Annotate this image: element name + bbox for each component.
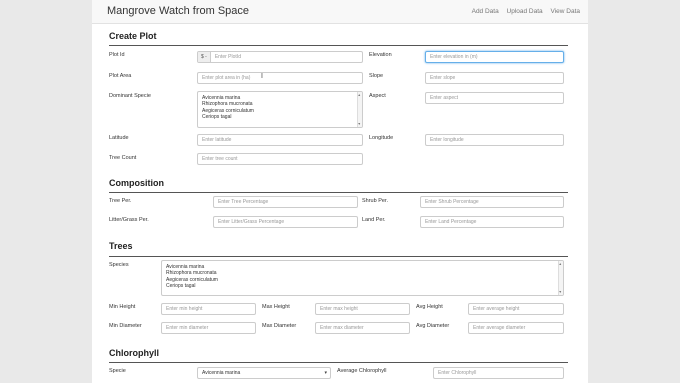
scroll-up-icon[interactable]: ▲ [358,92,361,98]
longitude-placeholder: Enter longitude [430,137,464,143]
scroll-up-icon[interactable]: ▲ [559,261,562,267]
slope-placeholder: Enter slope [430,75,456,81]
create-plot-heading: Create Plot [109,31,157,41]
average-chlorophyll-input[interactable]: Enter Chlorophyll [433,367,564,379]
dominant-specie-scrollbar[interactable]: ▲ ▼ [357,92,362,127]
dominant-specie-label: Dominant Specie [109,93,151,99]
max-diameter-label: Max Diameter [262,323,297,329]
land-per-placeholder: Enter Land Percentage [425,219,477,225]
species-select[interactable]: Avicennia marina Rhizophora mucronata Ae… [161,260,564,296]
min-diameter-input[interactable]: Enter min diameter [161,322,256,334]
avg-height-input[interactable]: Enter average height [468,303,564,315]
average-chlorophyll-label: Average Chlorophyll [337,368,387,374]
chlorophyll-heading: Chlorophyll [109,348,159,358]
species-option[interactable]: Ceriops tagal [166,283,559,289]
elevation-label: Elevation [369,52,392,58]
max-height-placeholder: Enter max height [320,306,358,312]
nav-view-data-link[interactable]: View Data [550,8,580,15]
average-chlorophyll-placeholder: Enter Chlorophyll [438,370,477,376]
slope-input[interactable]: Enter slope [425,72,564,84]
max-height-input[interactable]: Enter max height [315,303,410,315]
dominant-specie-option[interactable]: Ceriops tagal [202,114,358,120]
litter-grass-per-placeholder: Enter Litter/Grass Percentage [218,219,285,225]
avg-diameter-label: Avg Diameter [416,323,450,329]
form-container: Create Plot Plot Id $ - Enter PlotId Elev… [92,24,588,383]
max-diameter-placeholder: Enter max diameter [320,325,364,331]
chlorophyll-divider [109,362,568,363]
slope-label: Slope [369,73,384,79]
nav-links: Add Data Upload Data View Data [466,8,580,15]
left-gutter [0,0,92,383]
aspect-input[interactable]: Enter aspect [425,92,564,104]
plot-area-label: Plot Area [109,73,132,79]
trees-divider [109,256,568,257]
tree-count-placeholder: Enter tree count [202,156,238,162]
composition-divider [109,192,568,193]
right-gutter [588,0,680,383]
chevron-down-icon: ▾ [324,370,327,376]
composition-heading: Composition [109,178,164,188]
max-height-label: Max Height [262,304,290,310]
longitude-label: Longitude [369,135,394,141]
plot-area-input[interactable]: Enter plot area in (ha) [197,72,363,84]
scroll-down-icon[interactable]: ▼ [358,121,361,127]
min-height-input[interactable]: Enter min height [161,303,256,315]
species-label: Species [109,262,129,268]
navbar: Mangrove Watch from Space Add Data Uploa… [92,0,588,24]
text-cursor-icon: I [261,73,263,80]
chlorophyll-specie-label: Specie [109,368,126,374]
min-height-label: Min Height [109,304,136,310]
chlorophyll-specie-value: Avicennia marina [202,370,241,376]
scroll-down-icon[interactable]: ▼ [559,289,562,295]
max-diameter-input[interactable]: Enter max diameter [315,322,410,334]
latitude-placeholder: Enter latitude [202,137,232,143]
avg-diameter-placeholder: Enter average diameter [473,325,526,331]
plot-id-label: Plot Id [109,52,125,58]
shrub-per-placeholder: Enter Shrub Percentage [425,199,479,205]
nav-add-data-link[interactable]: Add Data [472,8,499,15]
avg-diameter-input[interactable]: Enter average diameter [468,322,564,334]
tree-per-input[interactable]: Enter Tree Percentage [213,196,358,208]
shrub-per-input[interactable]: Enter Shrub Percentage [420,196,564,208]
land-per-label: Land Per. [362,217,386,223]
min-diameter-placeholder: Enter min diameter [166,325,209,331]
elevation-placeholder: Enter elevation in (m) [430,54,478,60]
shrub-per-label: Shrub Per. [362,198,388,204]
min-diameter-label: Min Diameter [109,323,142,329]
elevation-input[interactable]: Enter elevation in (m) [425,51,564,63]
tree-per-placeholder: Enter Tree Percentage [218,199,269,205]
plot-area-placeholder: Enter plot area in (ha) [202,75,251,81]
app-title[interactable]: Mangrove Watch from Space [107,5,249,17]
tree-count-label: Tree Count [109,155,137,161]
longitude-input[interactable]: Enter longitude [425,134,564,146]
plot-id-input[interactable]: $ - Enter PlotId [197,51,363,63]
latitude-input[interactable]: Enter latitude [197,134,363,146]
nav-upload-data-link[interactable]: Upload Data [507,8,543,15]
species-scrollbar[interactable]: ▲ ▼ [558,261,563,295]
litter-grass-per-label: Litter/Grass Per. [109,217,149,223]
min-height-placeholder: Enter min height [166,306,203,312]
litter-grass-per-input[interactable]: Enter Litter/Grass Percentage [213,216,358,228]
land-per-input[interactable]: Enter Land Percentage [420,216,564,228]
dominant-specie-select[interactable]: Avicennia marina Rhizophora mucronata Ae… [197,91,363,128]
avg-height-placeholder: Enter average height [473,306,520,312]
avg-height-label: Avg Height [416,304,443,310]
plot-id-placeholder: Enter PlotId [214,54,241,60]
trees-heading: Trees [109,241,133,251]
aspect-placeholder: Enter aspect [430,95,459,101]
tree-per-label: Tree Per. [109,198,132,204]
latitude-label: Latitude [109,135,129,141]
tree-count-input[interactable]: Enter tree count [197,153,363,165]
create-plot-divider [109,45,568,46]
aspect-label: Aspect [369,93,386,99]
plot-id-addon: $ - [198,52,211,62]
chlorophyll-specie-select[interactable]: Avicennia marina ▾ [197,367,331,379]
